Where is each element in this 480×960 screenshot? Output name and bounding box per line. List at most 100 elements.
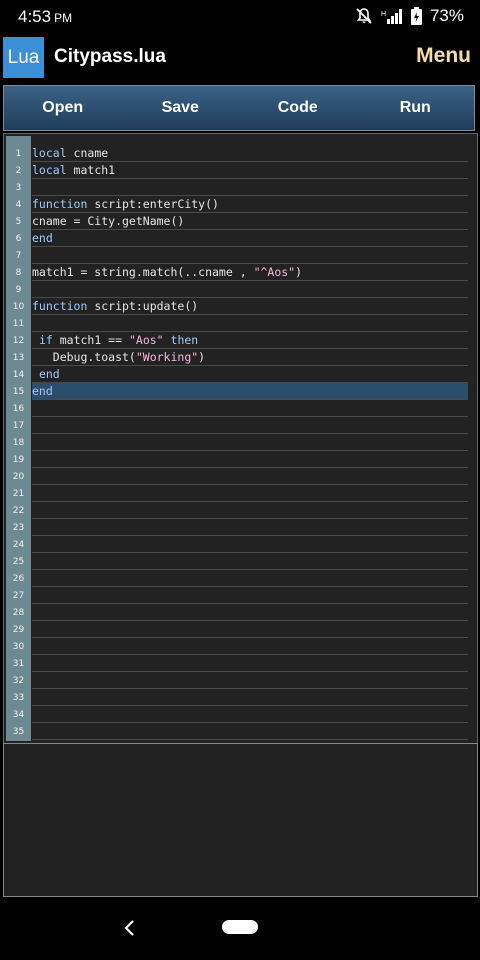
line-number: 26 (12, 574, 25, 584)
code-line[interactable]: 13 Debug.toast("Working") (4, 349, 477, 366)
line-number: 19 (12, 455, 25, 465)
line-number: 29 (12, 625, 25, 635)
code-line[interactable]: 28 (4, 604, 477, 621)
line-number: 13 (12, 353, 25, 363)
code-line[interactable]: 5 cname = City.getName() (4, 213, 477, 230)
line-number: 3 (15, 183, 22, 193)
code-line[interactable]: 9 (4, 281, 477, 298)
save-button[interactable]: Save (122, 86, 240, 130)
line-number: 24 (12, 540, 25, 550)
menu-button[interactable]: Menu (416, 44, 471, 68)
code-line[interactable]: 15 end (4, 383, 477, 400)
line-number: 31 (12, 659, 25, 669)
line-number: 8 (15, 268, 22, 278)
code-line[interactable]: 21 (4, 485, 477, 502)
line-number: 10 (12, 302, 25, 312)
code-line[interactable]: 31 (4, 655, 477, 672)
code-line[interactable]: 11 (4, 315, 477, 332)
code-line[interactable]: 19 (4, 451, 477, 468)
line-number: 14 (12, 370, 25, 380)
line-number: 4 (15, 200, 22, 210)
line-number: 23 (12, 523, 25, 533)
active-line-highlight (32, 383, 468, 400)
code-text: local cname (32, 146, 109, 160)
code-line[interactable]: 22 (4, 502, 477, 519)
code-line[interactable]: 2 local match1 (4, 162, 477, 179)
code-line[interactable]: 3 (4, 179, 477, 196)
code-line[interactable]: 35 (4, 723, 477, 740)
notifications-off-icon (355, 7, 373, 25)
code-text: function script:enterCity() (32, 197, 219, 211)
line-number: 15 (12, 387, 25, 397)
code-text: end (32, 231, 53, 245)
code-line[interactable]: 14 end (4, 366, 477, 383)
code-line[interactable]: 8 match1 = string.match(..cname , "^Aos") (4, 264, 477, 281)
app-bar: Lua Citypass.lua Menu (0, 34, 480, 82)
code-text: end (32, 384, 53, 398)
code-line[interactable]: 32 (4, 672, 477, 689)
line-number: 11 (12, 319, 25, 329)
line-number: 2 (15, 166, 22, 176)
line-number: 6 (15, 234, 22, 244)
line-number: 32 (12, 676, 25, 686)
line-number: 5 (15, 217, 22, 227)
editor-toolbar: Open Save Code Run (3, 85, 475, 131)
battery-icon (410, 7, 422, 25)
status-time: 4:53 PM (18, 7, 72, 27)
line-number: 7 (15, 251, 22, 261)
line-rule (32, 739, 468, 740)
lua-logo: Lua (3, 37, 44, 78)
status-icons: H 73% (355, 6, 464, 26)
code-line[interactable]: 1 local cname (4, 145, 477, 162)
line-number: 20 (12, 472, 25, 482)
home-pill-icon[interactable] (222, 920, 258, 934)
line-number: 9 (15, 285, 22, 295)
line-number: 25 (12, 557, 25, 567)
code-text: Debug.toast("Working") (32, 350, 206, 364)
code-text: if match1 == "Aos" then (38, 333, 199, 347)
line-number: 1 (15, 149, 22, 159)
clock-ampm: PM (54, 11, 73, 25)
navigation-bar (0, 898, 480, 960)
code-text: end (38, 367, 60, 381)
back-icon[interactable] (121, 918, 139, 942)
file-title: Citypass.lua (54, 46, 166, 67)
code-line[interactable]: 24 (4, 536, 477, 553)
code-line[interactable]: 6 end (4, 230, 477, 247)
code-line[interactable]: 23 (4, 519, 477, 536)
code-text: local match1 (32, 163, 116, 177)
code-line[interactable]: 7 (4, 247, 477, 264)
code-line[interactable]: 12 if match1 == "Aos" then (4, 332, 477, 349)
line-number: 30 (12, 642, 25, 652)
battery-percent: 73% (429, 6, 464, 25)
line-number: 33 (12, 693, 25, 703)
code-line[interactable]: 26 (4, 570, 477, 587)
line-number: 34 (12, 710, 25, 720)
line-number: 28 (12, 608, 25, 618)
code-line[interactable]: 33 (4, 689, 477, 706)
code-line[interactable]: 34 (4, 706, 477, 723)
code-line[interactable]: 20 (4, 468, 477, 485)
run-button[interactable]: Run (357, 86, 475, 130)
svg-text:H: H (381, 11, 386, 18)
code-line[interactable]: 25 (4, 553, 477, 570)
line-number: 35 (12, 727, 25, 737)
open-button[interactable]: Open (4, 86, 122, 130)
code-button[interactable]: Code (239, 86, 357, 130)
code-line[interactable]: 29 (4, 621, 477, 638)
code-line[interactable]: 16 (4, 400, 477, 417)
code-line[interactable]: 10 function script:update() (4, 298, 477, 315)
line-number: 21 (12, 489, 25, 499)
line-number: 18 (12, 438, 25, 448)
code-editor[interactable]: 1 local cname 2 local match1 3 4 function scri… (3, 133, 478, 744)
line-number: 27 (12, 591, 25, 601)
code-line[interactable]: 17 (4, 417, 477, 434)
code-line[interactable]: 30 (4, 638, 477, 655)
code-line[interactable]: 4 function script:enterCity() (4, 196, 477, 213)
code-line[interactable]: 18 (4, 434, 477, 451)
code-text: cname = City.getName() (32, 214, 185, 228)
line-number: 22 (12, 506, 25, 516)
clock-text: 4:53 (18, 7, 52, 26)
line-number: 17 (12, 421, 25, 431)
code-line[interactable]: 27 (4, 587, 477, 604)
